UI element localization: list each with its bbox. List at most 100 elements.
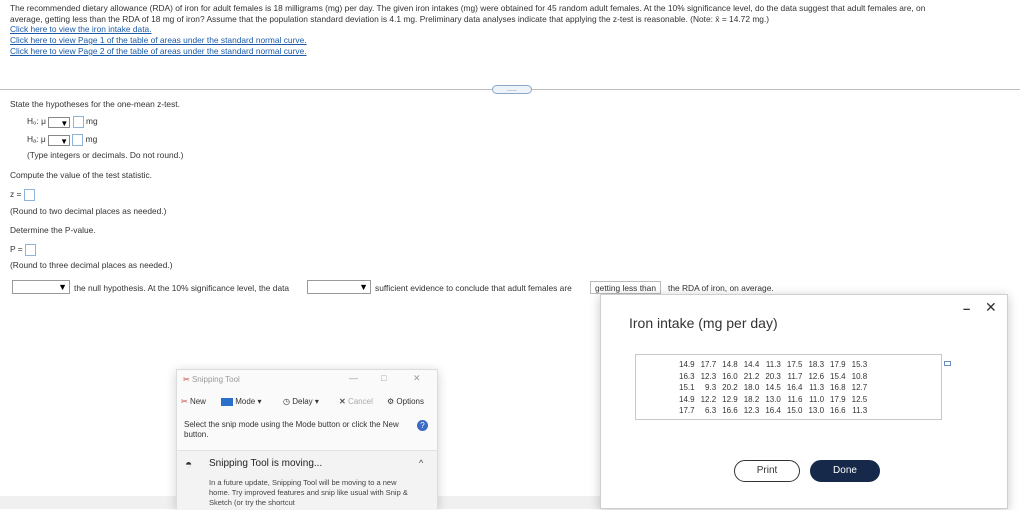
modal-title: Iron intake (mg per day) bbox=[629, 315, 778, 331]
minimize-icon[interactable]: – bbox=[963, 301, 970, 316]
gear-icon: ⚙ bbox=[387, 397, 395, 406]
table-cell: 14.9 bbox=[679, 360, 695, 370]
table-cell: 14.9 bbox=[679, 394, 695, 404]
z-row: z = bbox=[10, 189, 35, 201]
iron-data-link[interactable]: Click here to view the iron intake data. bbox=[10, 24, 1010, 35]
table-cell: 16.4 bbox=[786, 383, 803, 393]
h0-value-input[interactable] bbox=[72, 116, 84, 128]
help-icon[interactable]: ? bbox=[417, 420, 428, 431]
minimize-button[interactable]: — bbox=[349, 373, 358, 383]
table-cell: 12.3 bbox=[743, 406, 760, 416]
table-cell: 18.3 bbox=[808, 360, 825, 370]
table-cell: 20.3 bbox=[765, 371, 781, 381]
h0-label: H₀: μ bbox=[27, 116, 47, 127]
table-cell: 11.3 bbox=[765, 360, 781, 370]
print-button[interactable]: Print bbox=[734, 460, 800, 482]
hypotheses-note: (Type integers or decimals. Do not round… bbox=[27, 150, 184, 160]
ha-unit: mg bbox=[85, 134, 98, 145]
expand-handle[interactable]: ..... bbox=[492, 85, 532, 94]
conclusion-text-3: the RDA of iron, on average. bbox=[668, 283, 774, 293]
moving-notice-body: In a future update, Snipping Tool will b… bbox=[209, 478, 408, 507]
table-cell: 21.2 bbox=[743, 371, 760, 381]
h0-unit: mg bbox=[86, 116, 98, 127]
table-cell: 16.3 bbox=[679, 371, 695, 381]
table-cell: 16.8 bbox=[830, 383, 846, 393]
iron-intake-modal: Iron intake (mg per day) – ✕ 14.9 17.7 14.… bbox=[600, 294, 1008, 509]
table-cell: 16.6 bbox=[830, 406, 846, 416]
delay-button[interactable]: ◷ Delay ▾ bbox=[283, 397, 319, 406]
snipping-toolbar: ✂ New Mode ▾ ◷ Delay ▾ ✕ Cancel ⚙ Option… bbox=[181, 395, 435, 411]
table-cell: 18.0 bbox=[743, 383, 760, 393]
table-cell: 16.0 bbox=[722, 371, 738, 381]
table-cell: 14.8 bbox=[722, 360, 738, 370]
normal-table-page2-link[interactable]: Click here to view Page 2 of the table o… bbox=[10, 46, 1010, 57]
table-row: 14.9 12.2 12.9 18.2 13.0 11.6 11.0 17.9 12.5 bbox=[676, 394, 870, 406]
normal-table-page1-link[interactable]: Click here to view Page 1 of the table o… bbox=[10, 35, 1010, 46]
table-cell: 17.5 bbox=[786, 360, 803, 370]
ha-value-input[interactable] bbox=[72, 134, 84, 146]
table-cell: 13.0 bbox=[808, 406, 825, 416]
table-row: 14.9 17.7 14.8 14.4 11.3 17.5 18.3 17.9 15.3 bbox=[676, 359, 870, 371]
table-cell: 12.3 bbox=[700, 371, 717, 381]
ha-operator-select[interactable]: ▼ bbox=[47, 134, 70, 146]
moving-notice-title: Snipping Tool is moving... bbox=[209, 458, 323, 469]
table-cell: 18.2 bbox=[743, 394, 760, 404]
table-cell: 13.0 bbox=[765, 394, 781, 404]
p-value-input[interactable] bbox=[24, 244, 36, 256]
p-row: P = bbox=[10, 244, 36, 256]
problem-text-line1: The recommended dietary allowance (RDA) … bbox=[10, 3, 926, 13]
table-row: 15.1 9.3 20.2 18.0 14.5 16.4 11.3 16.8 12.7 bbox=[676, 382, 870, 394]
table-cell: 12.7 bbox=[851, 383, 868, 393]
table-row: 17.7 6.3 16.6 12.3 16.4 15.0 13.0 16.6 11.3 bbox=[676, 405, 870, 417]
z-value-input[interactable] bbox=[23, 189, 35, 201]
table-cell: 20.2 bbox=[722, 383, 738, 393]
h0-row: H₀: μ ▼ mg bbox=[27, 116, 98, 128]
maximize-button[interactable]: □ bbox=[381, 373, 386, 383]
table-cell: 17.9 bbox=[830, 360, 846, 370]
table-cell: 11.3 bbox=[809, 383, 825, 393]
mode-button[interactable]: Mode ▾ bbox=[221, 397, 262, 406]
table-cell: 12.5 bbox=[851, 394, 868, 404]
table-cell: 11.6 bbox=[787, 394, 803, 404]
table-cell: 12.2 bbox=[700, 394, 717, 404]
options-button[interactable]: ⚙ Options bbox=[387, 397, 424, 406]
cancel-button[interactable]: ✕ Cancel bbox=[339, 397, 373, 406]
snipping-hint: Select the snip mode using the Mode butt… bbox=[184, 420, 399, 439]
scissors-icon: ✂ bbox=[181, 397, 188, 406]
table-cell: 9.3 bbox=[705, 383, 717, 393]
dropdown-arrow-icon: ▼ bbox=[58, 282, 67, 292]
direction-choice[interactable]: getting less than bbox=[590, 281, 661, 294]
ha-row: Hₐ: μ ▼ mg bbox=[27, 134, 97, 146]
table-cell: 16.6 bbox=[722, 406, 738, 416]
iron-data-table: 14.9 17.7 14.8 14.4 11.3 17.5 18.3 17.9 15.3 16.3… bbox=[635, 354, 951, 420]
problem-text-line2: average, getting less than the RDA of 18… bbox=[10, 13, 770, 24]
snipping-tool-window: ✂ Snipping Tool — □ ✕ ✂ New Mode ▾ ◷ Del… bbox=[176, 369, 438, 510]
new-snip-button[interactable]: ✂ New bbox=[181, 397, 206, 406]
problem-statement: The recommended dietary allowance (RDA) … bbox=[10, 3, 1010, 57]
close-button[interactable]: ✕ bbox=[413, 373, 421, 384]
p-value-prompt: Determine the P-value. bbox=[10, 225, 96, 235]
done-button[interactable]: Done bbox=[810, 460, 880, 482]
table-cell: 17.9 bbox=[830, 394, 846, 404]
hypotheses-prompt: State the hypotheses for the one-mean z-… bbox=[10, 99, 180, 109]
table-cell: 10.8 bbox=[851, 371, 868, 381]
collapse-chevron-icon[interactable]: ^ bbox=[419, 458, 423, 468]
table-cell: 11.3 bbox=[852, 406, 868, 416]
p-note: (Round to three decimal places as needed… bbox=[10, 260, 173, 270]
table-cell: 14.5 bbox=[765, 383, 781, 393]
table-cell: 15.0 bbox=[786, 406, 803, 416]
copy-icon[interactable] bbox=[944, 361, 951, 366]
p-label: P = bbox=[10, 244, 23, 255]
table-cell: 15.1 bbox=[679, 383, 695, 393]
table-cell: 12.9 bbox=[722, 394, 738, 404]
h0-operator-select[interactable]: ▼ bbox=[48, 116, 71, 128]
snipping-tool-title: ✂ Snipping Tool bbox=[183, 375, 240, 384]
close-icon[interactable]: ✕ bbox=[985, 299, 997, 316]
table-cell: 15.4 bbox=[830, 371, 846, 381]
scissors-icon: ✂ bbox=[183, 375, 190, 384]
evidence-select[interactable]: ▼ bbox=[307, 280, 371, 294]
dropdown-arrow-icon: ▼ bbox=[60, 118, 69, 128]
table-cell: 15.3 bbox=[851, 360, 868, 370]
reject-decision-select[interactable]: ▼ bbox=[12, 280, 70, 294]
moving-notice: ◓ Snipping Tool is moving... ^ In a futu… bbox=[177, 450, 437, 510]
